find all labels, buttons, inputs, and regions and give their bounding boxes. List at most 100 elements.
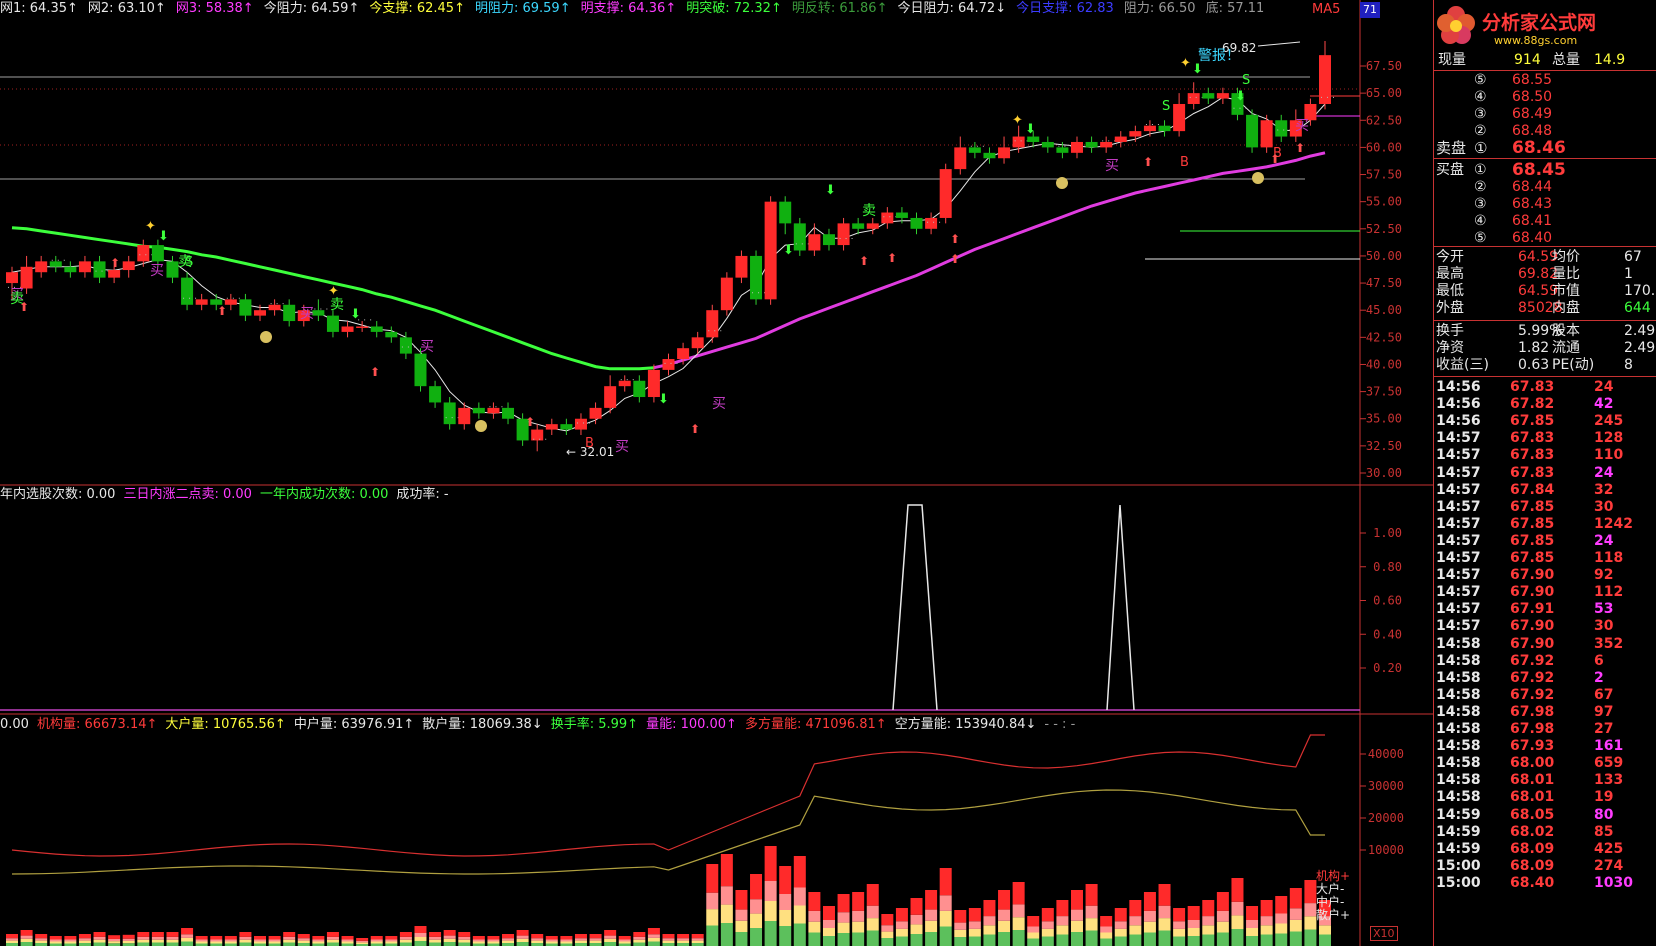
candle-body [429,386,442,403]
tick-row[interactable]: 14:58 68.00 659 [1434,755,1656,772]
tick-row[interactable]: 14:57 67.83 110 [1434,447,1656,464]
main-axis-label: 52.50 [1366,222,1402,236]
volume-bar [560,941,573,944]
candle-body [108,270,121,278]
chart-canvas[interactable]: 67.50 65.00 62.50 60.00 57.50 55.00 52.50 50.00… [0,0,1433,946]
volume-bar [1041,921,1054,929]
candle-body [706,310,719,338]
ma-label[interactable]: MA5 [1312,2,1340,17]
volume-bar [166,932,179,937]
volume-bar [502,940,515,943]
volume-bar [735,932,748,946]
volume-bar [852,910,865,922]
sell-row[interactable]: ④ 68.50 [1434,89,1656,106]
volume-bar [998,890,1011,910]
main-axis-label: 60.00 [1366,140,1402,154]
stat-value: 2.49 [1624,340,1656,356]
tick-row[interactable]: 14:57 67.83 24 [1434,465,1656,482]
volume-bar [414,941,427,946]
tick-row[interactable]: 14:57 67.83 128 [1434,430,1656,447]
stat-label: 外盘 [1436,300,1464,316]
tick-row[interactable]: 14:57 67.85 118 [1434,550,1656,567]
tick-row[interactable]: 14:56 67.83 24 [1434,379,1656,396]
tick-row[interactable]: 14:56 67.82 42 [1434,396,1656,413]
tick-volume: 1242 [1594,515,1633,532]
sell-row[interactable]: 卖盘 ① 68.46 [1434,140,1656,157]
up-arrow-icon: ⬆ [19,300,29,314]
volume-bar [1129,916,1142,926]
tick-row[interactable]: 14:57 67.85 1242 [1434,516,1656,533]
volume-bar [998,932,1011,946]
tick-row[interactable]: 14:57 67.90 112 [1434,584,1656,601]
tick-row[interactable]: 14:58 67.92 6 [1434,653,1656,670]
tick-row[interactable]: 15:00 68.09 274 [1434,858,1656,875]
tick-row[interactable]: 14:58 67.98 27 [1434,721,1656,738]
low-indicator-bar: 0.00 机构量: 66673.14↑ 大户量: 10765.56↑ 中户量: 639… [0,716,1083,734]
tick-row[interactable]: 14:57 67.91 53 [1434,601,1656,618]
buy-signal: 买 [1105,158,1119,174]
tick-row[interactable]: 14:56 67.85 245 [1434,413,1656,430]
candle-body [1085,141,1098,148]
candle-body [341,326,354,332]
success-signal-series [892,504,1135,711]
volume-bar [1231,929,1244,946]
volume-bar [662,940,675,943]
volume-bar [108,941,121,944]
buy-row[interactable]: 买盘 ① 68.45 [1434,162,1656,179]
tick-row[interactable]: 14:58 68.01 19 [1434,789,1656,806]
down-arrow-icon: ⬇ [350,307,361,322]
buy-signal: 买 [712,396,726,412]
s-signal: S [1162,99,1170,114]
tick-row[interactable]: 14:58 67.92 67 [1434,687,1656,704]
tick-row[interactable]: 14:58 67.98 97 [1434,704,1656,721]
tick-time: 14:57 [1436,601,1481,618]
tick-row[interactable]: 14:59 68.02 85 [1434,824,1656,841]
main-axis-label: 50.00 [1366,249,1402,263]
tick-row[interactable]: 14:57 67.85 30 [1434,499,1656,516]
volume-bar [137,932,150,937]
tick-row[interactable]: 14:58 67.93 161 [1434,738,1656,755]
main-axis-label: 37.50 [1366,385,1402,399]
buy-row[interactable]: ② 68.44 [1434,179,1656,196]
buy-row[interactable]: ⑤ 68.40 [1434,230,1656,247]
corner-badge[interactable]: 71 [1360,2,1380,18]
volume-bar [414,926,427,933]
tick-row[interactable]: 14:59 68.09 425 [1434,841,1656,858]
logo-text: 分析家公式网 [1482,12,1597,34]
tick-time: 14:57 [1436,430,1481,447]
tick-row[interactable]: 14:58 67.90 352 [1434,636,1656,653]
tick-time: 14:57 [1436,550,1481,566]
volume-bar [1100,938,1113,946]
sell-row[interactable]: ③ 68.49 [1434,106,1656,123]
candle-body [852,223,865,229]
tick-price: 67.90 [1510,618,1555,635]
chart-area[interactable]: 网1: 64.35↑ 网2: 63.10↑ 网3: 58.38↑ 今阻力: 64.59… [0,0,1433,946]
tick-price: 67.85 [1510,498,1555,515]
tick-row[interactable]: 14:59 68.05 80 [1434,807,1656,824]
volume-bar [1070,920,1083,932]
volume-bar [370,939,383,942]
candle-body [1041,141,1054,148]
tick-row[interactable]: 14:57 67.84 32 [1434,482,1656,499]
volume-bar [399,942,412,946]
tick-row[interactable]: 14:57 67.85 24 [1434,533,1656,550]
volume-bar [1289,919,1302,932]
volume-bar [531,940,544,943]
order-level: ① [1474,139,1488,157]
tick-row[interactable]: 14:58 68.01 133 [1434,772,1656,789]
volume-bar [254,939,267,942]
order-price: 68.50 [1512,89,1553,105]
buy-row[interactable]: ③ 68.43 [1434,196,1656,213]
volume-bar [531,938,544,941]
volume-bar [604,938,617,942]
volume-bar [122,940,135,944]
tick-row[interactable]: 15:00 68.40 1030 [1434,875,1656,892]
candle-body [1275,120,1288,137]
tick-row[interactable]: 14:57 67.90 30 [1434,618,1656,635]
tick-row[interactable]: 14:58 67.92 2 [1434,670,1656,687]
buy-row[interactable]: ④ 68.41 [1434,213,1656,230]
sell-row[interactable]: ⑤ 68.55 [1434,72,1656,89]
volume-bar [925,920,938,932]
tick-row[interactable]: 14:57 67.90 92 [1434,567,1656,584]
x10-zoom-button[interactable]: X10 [1370,926,1398,941]
